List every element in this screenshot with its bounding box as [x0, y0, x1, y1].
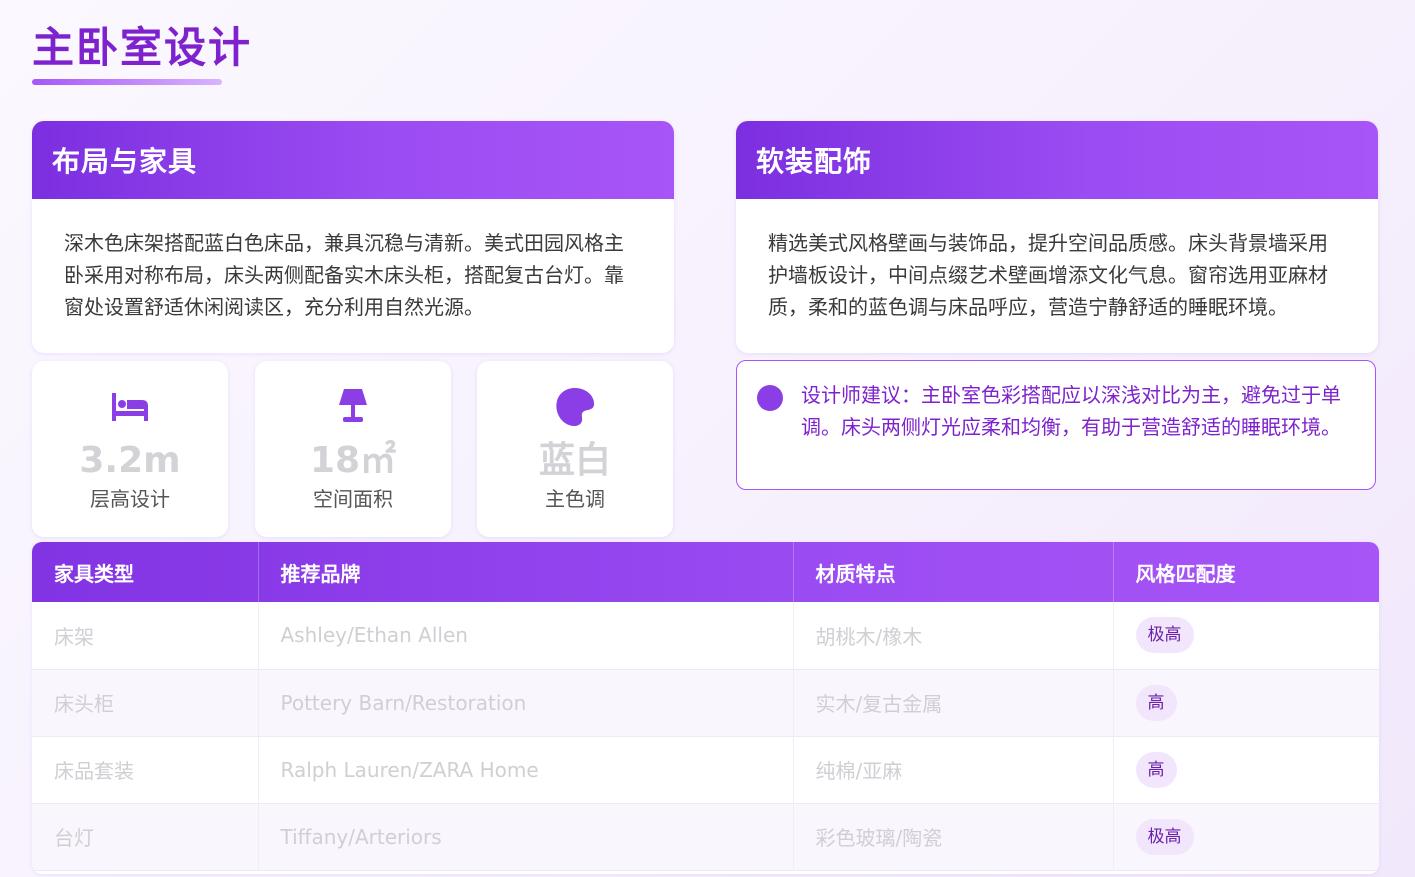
table-row: 床架 Ashley/Ethan Allen 胡桃木/橡木 极高	[32, 602, 1379, 669]
material-cell: 胡桃木/橡木	[793, 602, 1114, 669]
designer-advice-text: 设计师建议：主卧室色彩搭配应以深浅对比为主，避免过于单调。床头两侧灯光应柔和均衡…	[801, 383, 1341, 439]
furniture-table: 家具类型 推荐品牌 材质特点 风格匹配度 床架 Ashley/Ethan All…	[32, 542, 1379, 874]
brand-cell: Ashley/Ethan Allen	[258, 602, 794, 669]
column-header: 家具类型	[32, 542, 259, 602]
stat-card-main-color: 蓝白 主色调	[477, 361, 673, 537]
style-match-badge: 高	[1135, 751, 1177, 788]
material-cell: 彩色玻璃/陶瓷	[793, 803, 1114, 870]
stat-card-ceiling-height: 3.2m 层高设计	[32, 361, 228, 537]
brand-cell: Ralph Lauren/ZARA Home	[258, 736, 794, 803]
style-match-badge: 高	[1135, 684, 1177, 721]
stat-label: 主色调	[545, 487, 605, 511]
lamp-icon	[339, 389, 367, 422]
brand-cell: Pottery Barn/Restoration	[258, 669, 794, 736]
style-match-badge: 极高	[1135, 818, 1194, 855]
furniture-type-cell: 床品套装	[32, 736, 259, 803]
stat-value: 蓝白	[538, 440, 611, 481]
layout-card-body: 深木色床架搭配蓝白色床品，兼具沉稳与清新。美式田园风格主卧采用对称布局，床头两侧…	[64, 231, 624, 319]
furniture-type-cell: 床架	[32, 602, 259, 669]
furniture-type-cell: 台灯	[32, 803, 259, 870]
table-header-row: 家具类型 推荐品牌 材质特点 风格匹配度	[32, 542, 1379, 602]
table-row: 床头柜 Pottery Barn/Restoration 实木/复古金属 高	[32, 669, 1379, 736]
stat-value: 18㎡	[309, 440, 397, 481]
bullet-dot-icon	[757, 385, 783, 411]
page-title: 主卧室设计	[32, 23, 253, 72]
designer-advice-box: 设计师建议：主卧室色彩搭配应以深浅对比为主，避免过于单调。床头两侧灯光应柔和均衡…	[736, 360, 1376, 490]
style-match-cell: 极高	[1113, 803, 1379, 870]
stat-card-area: 18㎡ 空间面积	[255, 361, 451, 537]
bed-icon	[112, 393, 148, 421]
stat-value: 3.2m	[79, 440, 181, 481]
stat-label: 空间面积	[313, 487, 393, 511]
furniture-type-cell: 床头柜	[32, 669, 259, 736]
style-match-cell: 高	[1113, 669, 1379, 736]
soft-decor-card: 软装配饰 精选美式风格壁画与装饰品，提升空间品质感。床头背景墙采用护墙板设计，中…	[736, 121, 1378, 353]
column-header: 风格匹配度	[1135, 561, 1236, 586]
material-cell: 实木/复古金属	[793, 669, 1114, 736]
style-match-cell: 极高	[1113, 602, 1379, 669]
title-underline	[32, 79, 222, 85]
style-match-cell: 高	[1113, 736, 1379, 803]
decor-card-header: 软装配饰	[736, 121, 1378, 199]
layout-furniture-card: 布局与家具 深木色床架搭配蓝白色床品，兼具沉稳与清新。美式田园风格主卧采用对称布…	[32, 121, 674, 353]
brand-cell: Tiffany/Arteriors	[258, 803, 794, 870]
stat-label: 层高设计	[90, 487, 170, 511]
table-row: 床品套装 Ralph Lauren/ZARA Home 纯棉/亚麻 高	[32, 736, 1379, 803]
palette-icon	[556, 388, 595, 426]
material-cell: 纯棉/亚麻	[793, 736, 1114, 803]
style-match-badge: 极高	[1135, 617, 1194, 654]
table-row: 台灯 Tiffany/Arteriors 彩色玻璃/陶瓷 极高	[32, 803, 1379, 870]
decor-card-body: 精选美式风格壁画与装饰品，提升空间品质感。床头背景墙采用护墙板设计，中间点缀艺术…	[768, 231, 1328, 319]
layout-card-header: 布局与家具	[32, 121, 674, 199]
column-header: 推荐品牌	[258, 542, 794, 602]
column-header: 材质特点	[793, 542, 1114, 602]
